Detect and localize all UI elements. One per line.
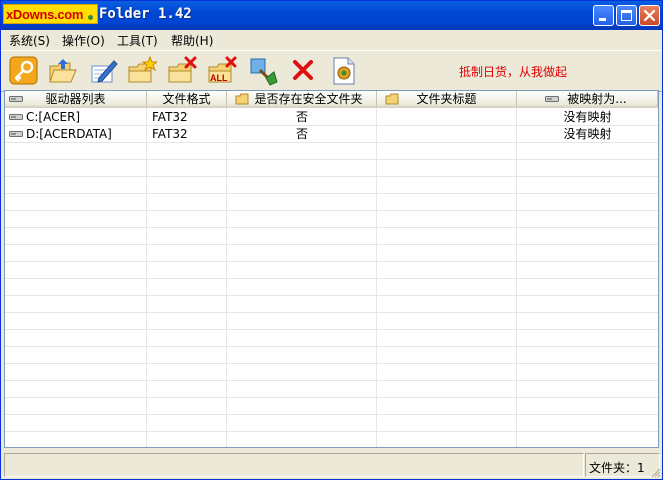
minimize-icon — [599, 18, 606, 21]
folder-icon — [235, 93, 249, 105]
folder-delete-all-icon: ALL — [208, 56, 237, 83]
clean-button[interactable] — [248, 56, 278, 86]
column-header-secure[interactable]: 是否存在安全文件夹 — [227, 91, 377, 108]
grid-line — [5, 227, 658, 228]
site-logo: xDowns.com — [3, 4, 98, 24]
logo-dot — [88, 15, 93, 20]
edit-pen-icon — [91, 60, 118, 83]
toolbar: ALL 抵制日货，从我做起 — [1, 50, 662, 92]
new-folder-button[interactable] — [127, 55, 159, 86]
drive-icon — [9, 96, 23, 102]
column-label-mapped: 被映射为... — [567, 92, 627, 106]
grid-line — [5, 414, 658, 415]
grid-line — [5, 261, 658, 262]
grid-line — [5, 244, 658, 245]
folder-icon — [385, 93, 399, 105]
mapped-as: 没有映射 — [563, 127, 612, 141]
drive-icon — [9, 114, 23, 120]
window-title: Folder 1.42 — [99, 6, 192, 22]
grid-line — [5, 363, 658, 364]
grid-line — [5, 159, 658, 160]
minimize-button[interactable] — [593, 5, 614, 26]
column-header-format[interactable]: 文件格式 — [147, 91, 227, 108]
secure-folder-status: 否 — [295, 110, 308, 124]
drive-name: C:[ACER] — [26, 110, 81, 124]
cancel-button[interactable] — [288, 56, 318, 86]
edit-button[interactable] — [89, 56, 119, 86]
app-window: xDowns.com Folder 1.42 系统(S) 操作(O) 工具(T)… — [0, 0, 663, 480]
column-label-title: 文件夹标题 — [416, 92, 477, 106]
mapped-as: 没有映射 — [563, 110, 612, 124]
delete-all-folders-button[interactable]: ALL — [207, 56, 237, 86]
file-format: FAT32 — [152, 127, 188, 141]
red-x-icon — [293, 60, 313, 80]
grid-line — [5, 431, 658, 432]
close-icon — [643, 9, 656, 22]
logo-text: xDowns.com — [6, 7, 84, 22]
menu-operation[interactable]: 操作(O) — [62, 32, 105, 49]
open-folder-button[interactable] — [48, 56, 78, 86]
table-row[interactable]: C:[ACER] FAT32 否 没有映射 — [5, 109, 658, 126]
folder-new-icon — [128, 55, 159, 83]
secure-folder-status: 否 — [295, 127, 308, 141]
broom-clean-icon — [250, 58, 278, 86]
column-label-secure: 是否存在安全文件夹 — [254, 92, 363, 106]
menu-system[interactable]: 系统(S) — [9, 32, 50, 49]
key-button[interactable] — [9, 56, 39, 86]
column-header-title[interactable]: 文件夹标题 — [377, 91, 517, 108]
menu-tools[interactable]: 工具(T) — [117, 32, 158, 49]
grid-line — [5, 176, 658, 177]
folder-delete-icon — [168, 56, 197, 83]
status-bar: 文件夹：1 — [1, 451, 662, 479]
maximize-button[interactable] — [616, 5, 637, 26]
resize-grip-icon[interactable] — [649, 466, 661, 478]
drive-icon — [545, 96, 559, 102]
grid-line — [5, 380, 658, 381]
slogan-text: 抵制日货，从我做起 — [459, 65, 568, 79]
properties-button[interactable] — [329, 56, 359, 86]
folder-open-icon — [49, 59, 77, 83]
menu-help[interactable]: 帮助(H) — [171, 32, 213, 49]
drive-icon — [9, 131, 23, 137]
column-label-format: 文件格式 — [162, 92, 211, 106]
close-button[interactable] — [639, 5, 660, 26]
drive-name: D:[ACERDATA] — [26, 127, 112, 141]
title-bar[interactable]: xDowns.com Folder 1.42 — [1, 1, 662, 30]
key-icon — [9, 56, 38, 85]
drive-list[interactable]: 驱动器列表 文件格式 是否存在安全文件夹 文件夹标题 被映射为... C:[AC… — [4, 90, 659, 448]
status-pane-main — [4, 453, 584, 477]
menu-bar: 系统(S) 操作(O) 工具(T) 帮助(H) — [1, 30, 662, 49]
folder-count: 文件夹：1 — [589, 461, 645, 475]
delete-folder-button[interactable] — [167, 56, 197, 86]
all-badge: ALL — [210, 73, 228, 83]
grid-line — [5, 193, 658, 194]
grid-line — [5, 312, 658, 313]
grid-line — [5, 397, 658, 398]
grid-line — [5, 346, 658, 347]
grid-line — [5, 210, 658, 211]
file-format: FAT32 — [152, 110, 188, 124]
grid-line — [5, 295, 658, 296]
maximize-icon — [621, 10, 632, 21]
table-row[interactable]: D:[ACERDATA] FAT32 否 没有映射 — [5, 126, 658, 143]
document-gear-icon — [333, 57, 355, 85]
list-header: 驱动器列表 文件格式 是否存在安全文件夹 文件夹标题 被映射为... — [5, 91, 658, 108]
column-header-drives[interactable]: 驱动器列表 — [5, 91, 147, 108]
grid-line — [5, 329, 658, 330]
grid-line — [5, 278, 658, 279]
column-header-mapped[interactable]: 被映射为... — [517, 91, 658, 108]
column-label-drives: 驱动器列表 — [45, 92, 106, 106]
